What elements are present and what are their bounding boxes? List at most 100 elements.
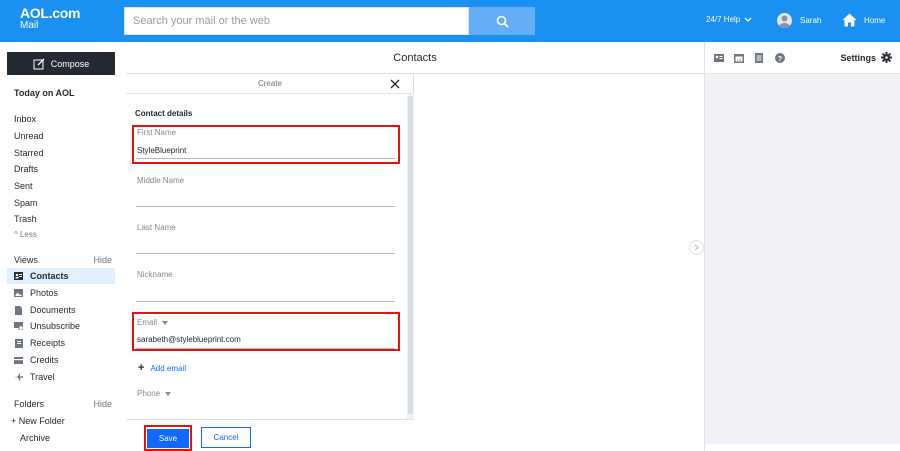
nickname-field[interactable]: [137, 286, 392, 295]
sidebar-item-unsubscribe[interactable]: Unsubscribe: [7, 318, 115, 334]
home-link[interactable]: Home: [842, 13, 885, 27]
logo-title: AOL.com: [20, 5, 81, 21]
middle-name-field[interactable]: [137, 192, 392, 201]
sidebar-item-trash[interactable]: Trash: [14, 214, 37, 224]
today-on-aol-link[interactable]: Today on AOL: [14, 88, 75, 98]
home-label: Home: [864, 15, 886, 25]
middle-name-label: Middle Name: [137, 176, 185, 185]
add-email-label: Add email: [150, 363, 187, 373]
compose-icon: [33, 58, 45, 69]
phone-type-select[interactable]: Phone: [137, 389, 172, 398]
notepad-icon[interactable]: [754, 53, 764, 63]
views-header: Views Hide: [14, 255, 112, 265]
phone-label: Phone: [137, 389, 161, 398]
sidebar-item-label: Contacts: [30, 271, 69, 281]
help-link[interactable]: 24/7 Help: [706, 15, 752, 24]
settings-button[interactable]: Settings: [840, 52, 892, 63]
right-panel: 14 ? Settings: [704, 42, 900, 451]
chevron-down-icon: [744, 17, 752, 22]
unsubscribe-icon: [14, 322, 23, 331]
settings-label: Settings: [840, 52, 876, 63]
views-hide-button[interactable]: Hide: [93, 255, 112, 265]
sidebar-item-spam[interactable]: Spam: [14, 198, 38, 208]
search-icon: [496, 15, 509, 28]
sidebar-item-label: Photos: [30, 288, 59, 298]
less-toggle[interactable]: ^ Less: [14, 230, 37, 239]
sidebar-item-documents[interactable]: Documents: [7, 302, 115, 318]
plus-icon: +: [138, 362, 145, 374]
photos-icon: [14, 289, 23, 298]
create-contact-panel: Create Contact details First Name Middle…: [126, 74, 414, 451]
nickname-label: Nickname: [137, 270, 173, 279]
user-menu[interactable]: Sarah: [777, 13, 821, 28]
sidebar-item-photos[interactable]: Photos: [7, 285, 115, 301]
last-name-label: Last Name: [137, 223, 176, 232]
user-name: Sarah: [800, 16, 822, 25]
highlight-box: [132, 125, 400, 164]
collapse-panel-button[interactable]: [689, 240, 704, 255]
divider: [136, 301, 395, 302]
sidebar-item-label: Receipts: [30, 338, 66, 348]
new-folder-button[interactable]: + New Folder: [11, 416, 65, 426]
aol-logo[interactable]: AOL.com Mail: [20, 6, 80, 31]
close-icon[interactable]: [389, 78, 401, 90]
credits-icon: [14, 356, 23, 365]
page-title: Contacts: [393, 51, 437, 64]
compose-button[interactable]: Compose: [7, 52, 115, 75]
section-title: Contact details: [135, 109, 193, 118]
right-panel-footer: [705, 444, 900, 451]
folders-hide-button[interactable]: Hide: [93, 399, 112, 409]
sidebar-item-drafts[interactable]: Drafts: [14, 164, 38, 174]
search-button[interactable]: [469, 7, 535, 35]
sidebar: Compose Today on AOL Inbox Unread Starre…: [0, 42, 126, 451]
highlight-box: [132, 312, 400, 351]
last-name-field[interactable]: [137, 239, 392, 248]
sidebar-item-starred[interactable]: Starred: [14, 148, 44, 158]
sidebar-item-label: Credits: [30, 355, 59, 365]
sidebar-item-archive[interactable]: Archive: [20, 433, 50, 443]
folders-label: Folders: [14, 399, 45, 409]
sidebar-item-label: Unsubscribe: [30, 321, 81, 331]
travel-icon: [14, 373, 23, 382]
contacts-icon: [14, 272, 23, 281]
sidebar-item-credits[interactable]: Credits: [7, 352, 115, 368]
search-input[interactable]: [125, 8, 468, 34]
panel-title: Create: [257, 79, 282, 88]
divider: [136, 206, 395, 207]
cancel-button[interactable]: Cancel: [201, 427, 251, 448]
sidebar-item-inbox[interactable]: Inbox: [14, 114, 36, 124]
panel-header: Create: [126, 74, 414, 94]
contact-card-icon[interactable]: [714, 53, 724, 63]
caret-down-icon: [165, 391, 172, 396]
chevron-right-icon: [694, 244, 699, 251]
calendar-icon[interactable]: 14: [734, 53, 744, 63]
divider: [136, 253, 395, 254]
sidebar-item-unread[interactable]: Unread: [14, 131, 44, 141]
gear-icon: [881, 52, 892, 63]
views-label: Views: [14, 255, 38, 265]
highlight-box: [144, 425, 192, 451]
help-icon[interactable]: ?: [775, 53, 785, 63]
contacts-title-bar: Contacts: [126, 42, 704, 74]
compose-label: Compose: [50, 58, 90, 69]
folders-header: Folders Hide: [14, 399, 112, 409]
scrollbar-thumb[interactable]: [408, 96, 413, 414]
sidebar-item-label: Documents: [30, 305, 76, 315]
top-header: AOL.com Mail 24/7 Help Sarah Home: [0, 0, 900, 42]
sidebar-item-travel[interactable]: Travel: [7, 369, 115, 385]
sidebar-item-contacts[interactable]: Contacts: [7, 268, 115, 284]
svg-text:?: ?: [778, 56, 782, 63]
avatar: [777, 13, 792, 28]
search-box: [124, 7, 469, 35]
sidebar-item-sent[interactable]: Sent: [14, 181, 33, 191]
help-label: 24/7 Help: [706, 15, 741, 24]
svg-text:14: 14: [737, 57, 742, 62]
add-email-button[interactable]: + Add email: [138, 362, 186, 374]
documents-icon: [14, 305, 23, 315]
receipts-icon: [14, 338, 23, 348]
sidebar-item-receipts[interactable]: Receipts: [7, 335, 115, 351]
right-panel-toolbar: 14 ? Settings: [705, 42, 900, 74]
sidebar-item-label: Travel: [30, 372, 55, 382]
logo-subtitle: Mail: [20, 20, 39, 31]
home-icon: [842, 13, 857, 27]
